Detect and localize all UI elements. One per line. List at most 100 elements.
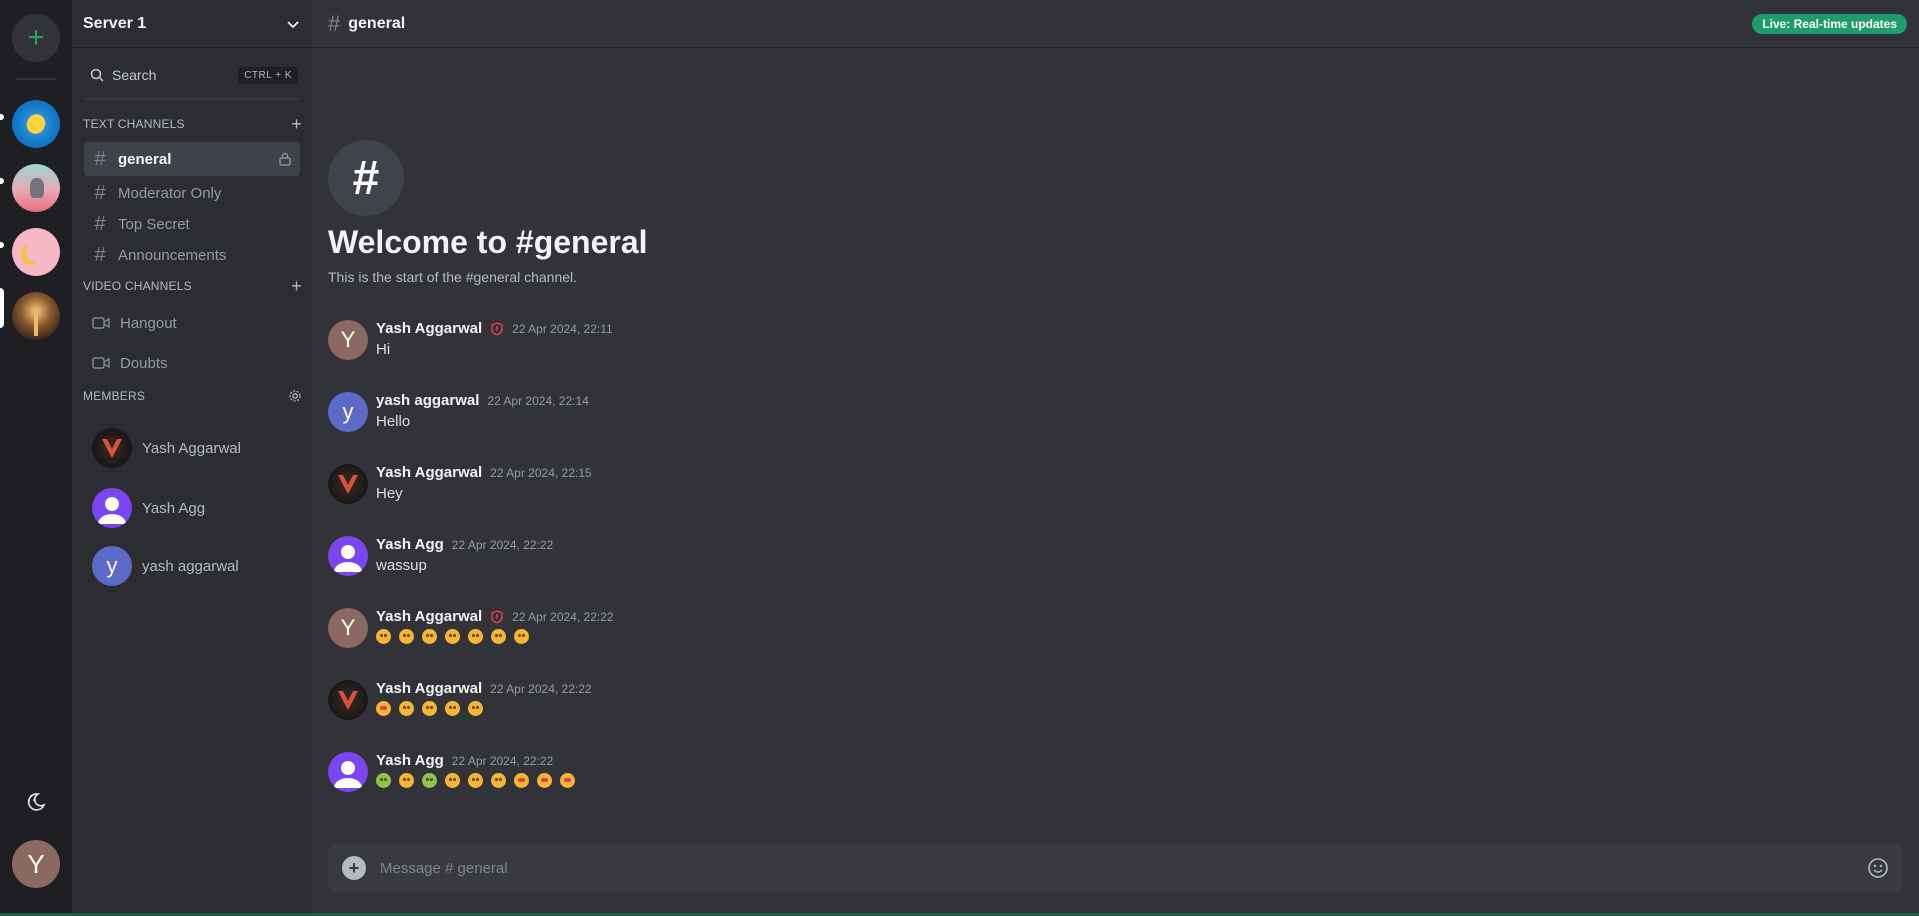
server-item-3[interactable] <box>0 220 60 284</box>
message-author[interactable]: Yash Agg <box>376 752 444 769</box>
server-header[interactable]: Server 1 <box>72 0 312 48</box>
message-text: Hey <box>376 485 403 502</box>
server-icon[interactable] <box>12 228 60 276</box>
member-item[interactable]: Yash Agg <box>84 480 300 536</box>
gear-icon[interactable] <box>288 389 302 403</box>
message-composer: + <box>328 844 1903 892</box>
message-item[interactable]: Yash Aggarwal 22 Apr 2024, 22:15 Hey <box>328 460 1903 532</box>
video-camera-icon <box>92 317 110 329</box>
plus-icon: + <box>348 857 360 878</box>
add-text-channel-icon[interactable]: + <box>291 114 302 135</box>
search-label: Search <box>112 67 157 83</box>
avatar-initial: Y <box>27 848 45 879</box>
avatar-initial: Y <box>340 327 356 352</box>
chat-area: # general Live: Real-time updates # Welc… <box>312 0 1919 916</box>
channel-item-moderator-only[interactable]: # Moderator Only <box>84 178 300 208</box>
avatar[interactable] <box>328 536 368 576</box>
user-silhouette-icon <box>98 497 126 524</box>
message-item[interactable]: Yash Agg 22 Apr 2024, 22:22 <box>328 748 1903 820</box>
avatar[interactable] <box>328 464 368 504</box>
emoji-icon <box>422 629 437 644</box>
attach-button[interactable]: + <box>342 856 366 880</box>
hash-icon: # <box>328 140 404 216</box>
message-author[interactable]: Yash Aggarwal <box>376 320 482 337</box>
channel-welcome: # Welcome to #general This is the start … <box>328 140 648 285</box>
text-channels-header: TEXT CHANNELS + <box>72 114 312 134</box>
member-name: Yash Agg <box>142 499 206 517</box>
server-icon[interactable] <box>12 164 60 212</box>
avatar[interactable] <box>328 752 368 792</box>
member-name: yash aggarwal <box>142 557 239 575</box>
channel-item-hangout[interactable]: Hangout <box>84 306 300 340</box>
channel-name: Announcements <box>118 246 227 264</box>
server-item-1[interactable] <box>0 92 60 156</box>
emoji-icon <box>514 629 529 644</box>
emoji-message <box>376 773 575 788</box>
message-input[interactable] <box>380 859 1853 877</box>
message-item[interactable]: Yash Agg 22 Apr 2024, 22:22 wassup <box>328 532 1903 604</box>
avatar[interactable]: Y <box>328 608 368 648</box>
emoji-icon <box>491 773 506 788</box>
server-icon[interactable] <box>12 100 60 148</box>
avatar-initial: y <box>342 399 354 424</box>
server-item-2[interactable] <box>0 156 60 220</box>
emoji-icon <box>445 629 460 644</box>
message-timestamp: 22 Apr 2024, 22:22 <box>451 537 554 552</box>
emoji-icon <box>399 773 414 788</box>
avatar[interactable]: y <box>328 392 368 432</box>
channel-name: Moderator Only <box>118 184 222 202</box>
message-author[interactable]: Yash Agg <box>376 536 444 553</box>
message-timestamp: 22 Apr 2024, 22:14 <box>487 393 589 408</box>
heart-eyes-emoji-icon <box>514 773 529 788</box>
unread-indicator <box>0 178 4 184</box>
emoji-icon <box>491 629 506 644</box>
message-author[interactable]: Yash Aggarwal <box>376 464 482 481</box>
server-item-4[interactable] <box>0 284 60 348</box>
message-text: wassup <box>376 557 427 574</box>
message-timestamp: 22 Apr 2024, 22:22 <box>451 753 554 768</box>
money-mouth-emoji-icon <box>422 773 437 788</box>
message-text: Hello <box>376 413 411 430</box>
hash-icon: # <box>328 10 341 36</box>
message-item[interactable]: Y Yash Aggarwal 22 Apr 2024, 22:22 <box>328 604 1903 676</box>
money-mouth-emoji-icon <box>376 773 391 788</box>
channel-item-top-secret[interactable]: # Top Secret <box>84 209 300 239</box>
search-button[interactable]: Search CTRL + K <box>84 62 304 88</box>
channel-header: # general <box>312 0 1919 48</box>
add-video-channel-icon[interactable]: + <box>291 276 302 297</box>
moon-icon <box>27 793 46 811</box>
user-avatar-button[interactable]: Y <box>12 840 60 888</box>
message-author[interactable]: Yash Aggarwal <box>376 608 482 625</box>
channel-name: Top Secret <box>118 215 190 233</box>
theme-toggle-button[interactable] <box>12 778 60 826</box>
channel-sidebar: Server 1 Search CTRL + K TEXT CHANNELS +… <box>72 0 312 916</box>
emoji-icon <box>376 629 391 644</box>
unread-indicator <box>0 242 4 248</box>
rail-divider <box>16 78 56 80</box>
message-item[interactable]: y yash aggarwal 22 Apr 2024, 22:14 Hello <box>328 388 1903 460</box>
heart-eyes-emoji-icon <box>560 773 575 788</box>
channel-item-announcements[interactable]: # Announcements <box>84 240 300 270</box>
section-title: TEXT CHANNELS <box>83 117 185 131</box>
emoji-icon <box>399 629 414 644</box>
hash-icon: # <box>94 212 106 235</box>
emoji-picker-icon[interactable] <box>1867 857 1889 879</box>
avatar[interactable] <box>328 680 368 720</box>
message-author[interactable]: yash aggarwal <box>376 392 479 409</box>
emoji-icon <box>399 701 414 716</box>
server-icon[interactable] <box>12 292 60 340</box>
member-item[interactable]: Yash Aggarwal <box>84 420 300 476</box>
message-item[interactable]: Y Yash Aggarwal 22 Apr 2024, 22:11 Hi <box>328 316 1903 388</box>
emoji-icon <box>468 629 483 644</box>
section-title: VIDEO CHANNELS <box>83 279 192 293</box>
member-item[interactable]: y yash aggarwal <box>84 538 300 594</box>
add-server-button[interactable]: + <box>12 14 60 62</box>
message-item[interactable]: Yash Aggarwal 22 Apr 2024, 22:22 <box>328 676 1903 748</box>
sidebar-divider <box>84 98 300 100</box>
heart-eyes-emoji-icon <box>537 773 552 788</box>
channel-item-doubts[interactable]: Doubts <box>84 346 300 380</box>
avatar <box>92 428 132 468</box>
channel-item-general[interactable]: # general <box>84 142 300 176</box>
message-author[interactable]: Yash Aggarwal <box>376 680 482 697</box>
avatar[interactable]: Y <box>328 320 368 360</box>
